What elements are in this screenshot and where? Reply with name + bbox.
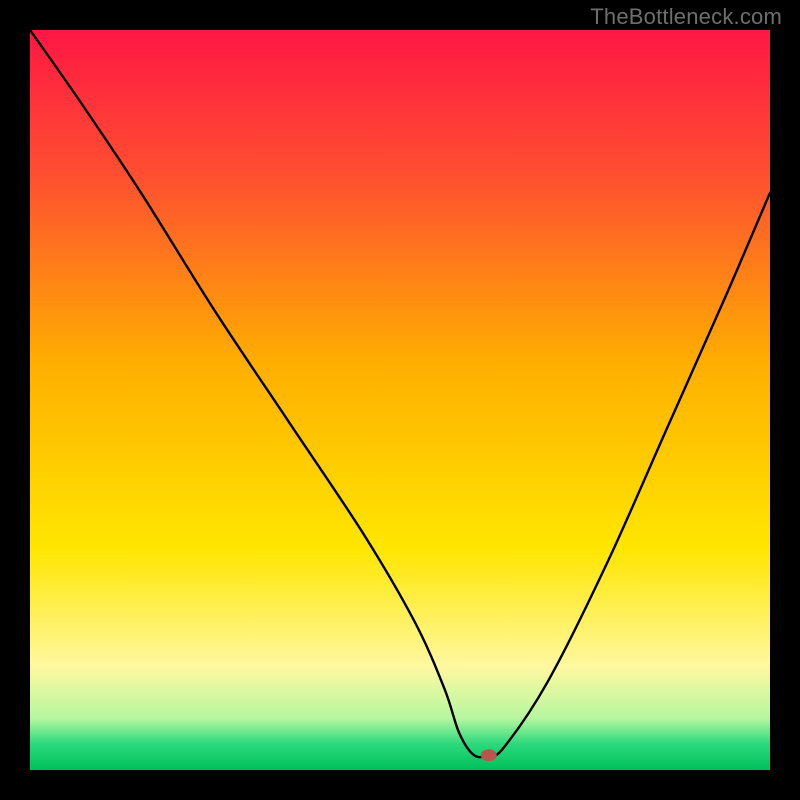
plot-area [30,30,770,770]
watermark-label: TheBottleneck.com [590,4,782,30]
gradient-background [30,30,770,770]
optimal-marker [481,749,497,761]
plot-svg [30,30,770,770]
chart-container: TheBottleneck.com [0,0,800,800]
